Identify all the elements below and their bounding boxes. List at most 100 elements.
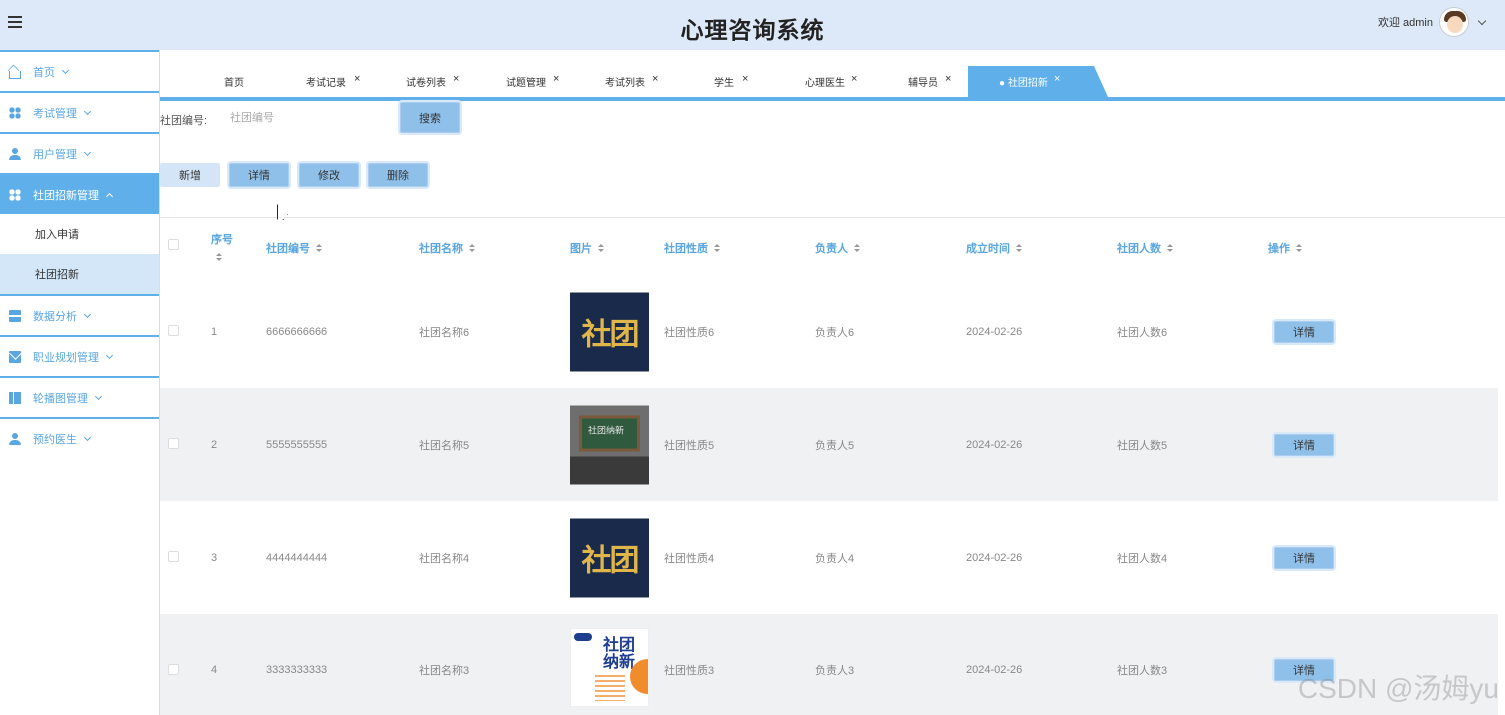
column-header-label: 社团名称 [419, 243, 463, 255]
cell-club-name: 社团名称3 [419, 665, 470, 677]
tab-question-management[interactable]: 试题管理 × [506, 66, 559, 97]
home-icon [9, 70, 21, 79]
cell-club-code: 6666666666 [266, 325, 328, 338]
column-header-club-nature[interactable]: 社团性质 [664, 240, 721, 256]
tab-exam-list[interactable]: 考试列表 × [605, 66, 658, 97]
row-detail-button[interactable]: 详情 [1274, 546, 1334, 569]
tab-home[interactable]: 首页 [224, 66, 244, 97]
cell-index: 4 [211, 664, 218, 676]
sort-icon[interactable] [1296, 243, 1303, 253]
cell-leader: 负责人4 [815, 552, 855, 565]
user-menu[interactable]: 欢迎 admin [1378, 6, 1487, 38]
club-image[interactable]: 社团 [570, 518, 649, 597]
sort-icon[interactable] [216, 253, 223, 262]
column-header-image[interactable]: 图片 [570, 240, 605, 256]
tab-psych-doctor[interactable]: 心理医生 × [805, 66, 857, 97]
club-code-search-input[interactable] [230, 109, 390, 127]
sidebar-item-club-recruitment-management[interactable]: 社团招新管理 [0, 173, 159, 214]
edit-button[interactable]: 修改 [299, 163, 359, 187]
search-button[interactable]: 搜索 [400, 102, 460, 133]
row-checkbox[interactable] [168, 325, 179, 336]
tab-club-recruitment[interactable]: ● 社团招新 × [968, 66, 1108, 97]
detail-button[interactable]: 详情 [229, 163, 289, 187]
column-header-actions[interactable]: 操作 [1268, 240, 1303, 256]
sidebar-item-doctor-appointment[interactable]: 预约医生 [0, 417, 159, 458]
club-image[interactable]: 社团纳新 [570, 628, 649, 707]
mail-icon [9, 350, 21, 363]
club-image[interactable]: 社团 [570, 292, 649, 371]
close-icon[interactable]: × [354, 73, 360, 85]
cell-founded-date: 2024-02-26 [966, 551, 1023, 564]
close-icon[interactable]: × [453, 73, 459, 85]
column-header-label: 序号 [211, 234, 233, 246]
search-label: 社团编号: [160, 115, 208, 127]
column-header-founded-date[interactable]: 成立时间 [966, 240, 1023, 256]
avatar[interactable] [1439, 7, 1469, 37]
grid-icon [9, 188, 21, 201]
column-header-index[interactable]: 序号 [211, 231, 233, 262]
club-image[interactable]: 社团纳新 [570, 405, 649, 484]
sidebar: 首页 考试管理 用户管理 社团招新管理 加入申请 社团招新 数据分析 职业规划管… [0, 50, 160, 715]
sidebar-item-label: 轮播图管理 [33, 392, 88, 405]
sidebar-item-career-planning[interactable]: 职业规划管理 [0, 335, 159, 376]
sidebar-subitem-join-application[interactable]: 加入申请 [0, 214, 159, 254]
select-all-checkbox[interactable] [168, 239, 179, 250]
user-icon [9, 432, 21, 445]
close-icon[interactable]: × [652, 73, 658, 85]
sort-icon[interactable] [854, 243, 861, 253]
tab-students[interactable]: 学生 × [714, 66, 748, 97]
close-icon[interactable]: × [851, 73, 857, 85]
cell-leader: 负责人6 [815, 326, 855, 339]
close-icon[interactable]: × [553, 73, 559, 85]
row-checkbox[interactable] [168, 551, 179, 562]
delete-button[interactable]: 删除 [368, 163, 428, 187]
tab-counselor[interactable]: 辅导员 × [908, 66, 951, 97]
image-lettering: 社团 [581, 317, 640, 352]
sidebar-item-exam-management[interactable]: 考试管理 [0, 91, 159, 132]
table-row[interactable]: 1 6666666666 社团名称6 社团 社团性质6 负责人6 2024-02… [160, 275, 1498, 388]
tab-paper-list[interactable]: 试卷列表 × [406, 66, 459, 97]
column-header-leader[interactable]: 负责人 [815, 240, 861, 256]
chevron-down-icon[interactable] [1477, 16, 1487, 25]
chevron-down-icon [83, 310, 92, 318]
close-icon[interactable]: × [1054, 73, 1060, 85]
tab-label: ● 社团招新 [999, 78, 1048, 89]
close-icon[interactable]: × [945, 73, 951, 85]
top-header: 心理咨询系统 欢迎 admin [0, 0, 1505, 50]
column-header-club-name[interactable]: 社团名称 [419, 240, 476, 256]
column-header-club-code[interactable]: 社团编号 [266, 240, 323, 256]
sort-icon[interactable] [1016, 243, 1023, 253]
row-checkbox[interactable] [168, 664, 179, 675]
cell-leader: 负责人5 [815, 439, 855, 452]
column-header-member-count[interactable]: 社团人数 [1117, 240, 1174, 256]
sort-icon[interactable] [714, 243, 721, 253]
table-row[interactable]: 3 4444444444 社团名称4 社团 社团性质4 负责人4 2024-02… [160, 501, 1498, 614]
sort-icon[interactable] [1167, 243, 1174, 253]
sidebar-subitem-club-recruitment[interactable]: 社团招新 [0, 254, 159, 294]
tab-label: 试卷列表 [406, 78, 446, 89]
table-row[interactable]: 2 5555555555 社团名称5 社团纳新 社团性质5 负责人5 2024-… [160, 388, 1498, 501]
row-detail-button[interactable]: 详情 [1274, 320, 1334, 343]
row-detail-button[interactable]: 详情 [1274, 433, 1334, 456]
row-checkbox[interactable] [168, 438, 179, 449]
sort-icon[interactable] [598, 243, 605, 253]
sidebar-item-home[interactable]: 首页 [0, 50, 159, 91]
tab-label: 考试记录 [306, 78, 346, 89]
column-header-label: 操作 [1268, 243, 1290, 255]
image-lettering: 社团纳新 [588, 425, 625, 435]
sidebar-subitem-label: 社团招新 [35, 269, 79, 281]
tab-label: 辅导员 [908, 78, 938, 89]
close-icon[interactable]: × [742, 73, 748, 85]
cell-member-count: 社团人数3 [1117, 665, 1168, 677]
sidebar-item-data-analysis[interactable]: 数据分析 [0, 294, 159, 335]
tab-exam-records[interactable]: 考试记录 × [306, 66, 360, 97]
cell-club-name: 社团名称6 [419, 326, 470, 339]
sidebar-item-user-management[interactable]: 用户管理 [0, 132, 159, 173]
cell-club-nature: 社团性质6 [664, 326, 715, 339]
grid-icon [9, 106, 21, 119]
sort-icon[interactable] [316, 243, 323, 253]
add-button[interactable]: 新增 [160, 163, 220, 187]
sort-icon[interactable] [469, 243, 476, 253]
cell-founded-date: 2024-02-26 [966, 325, 1023, 338]
sidebar-item-carousel-management[interactable]: 轮播图管理 [0, 376, 159, 417]
